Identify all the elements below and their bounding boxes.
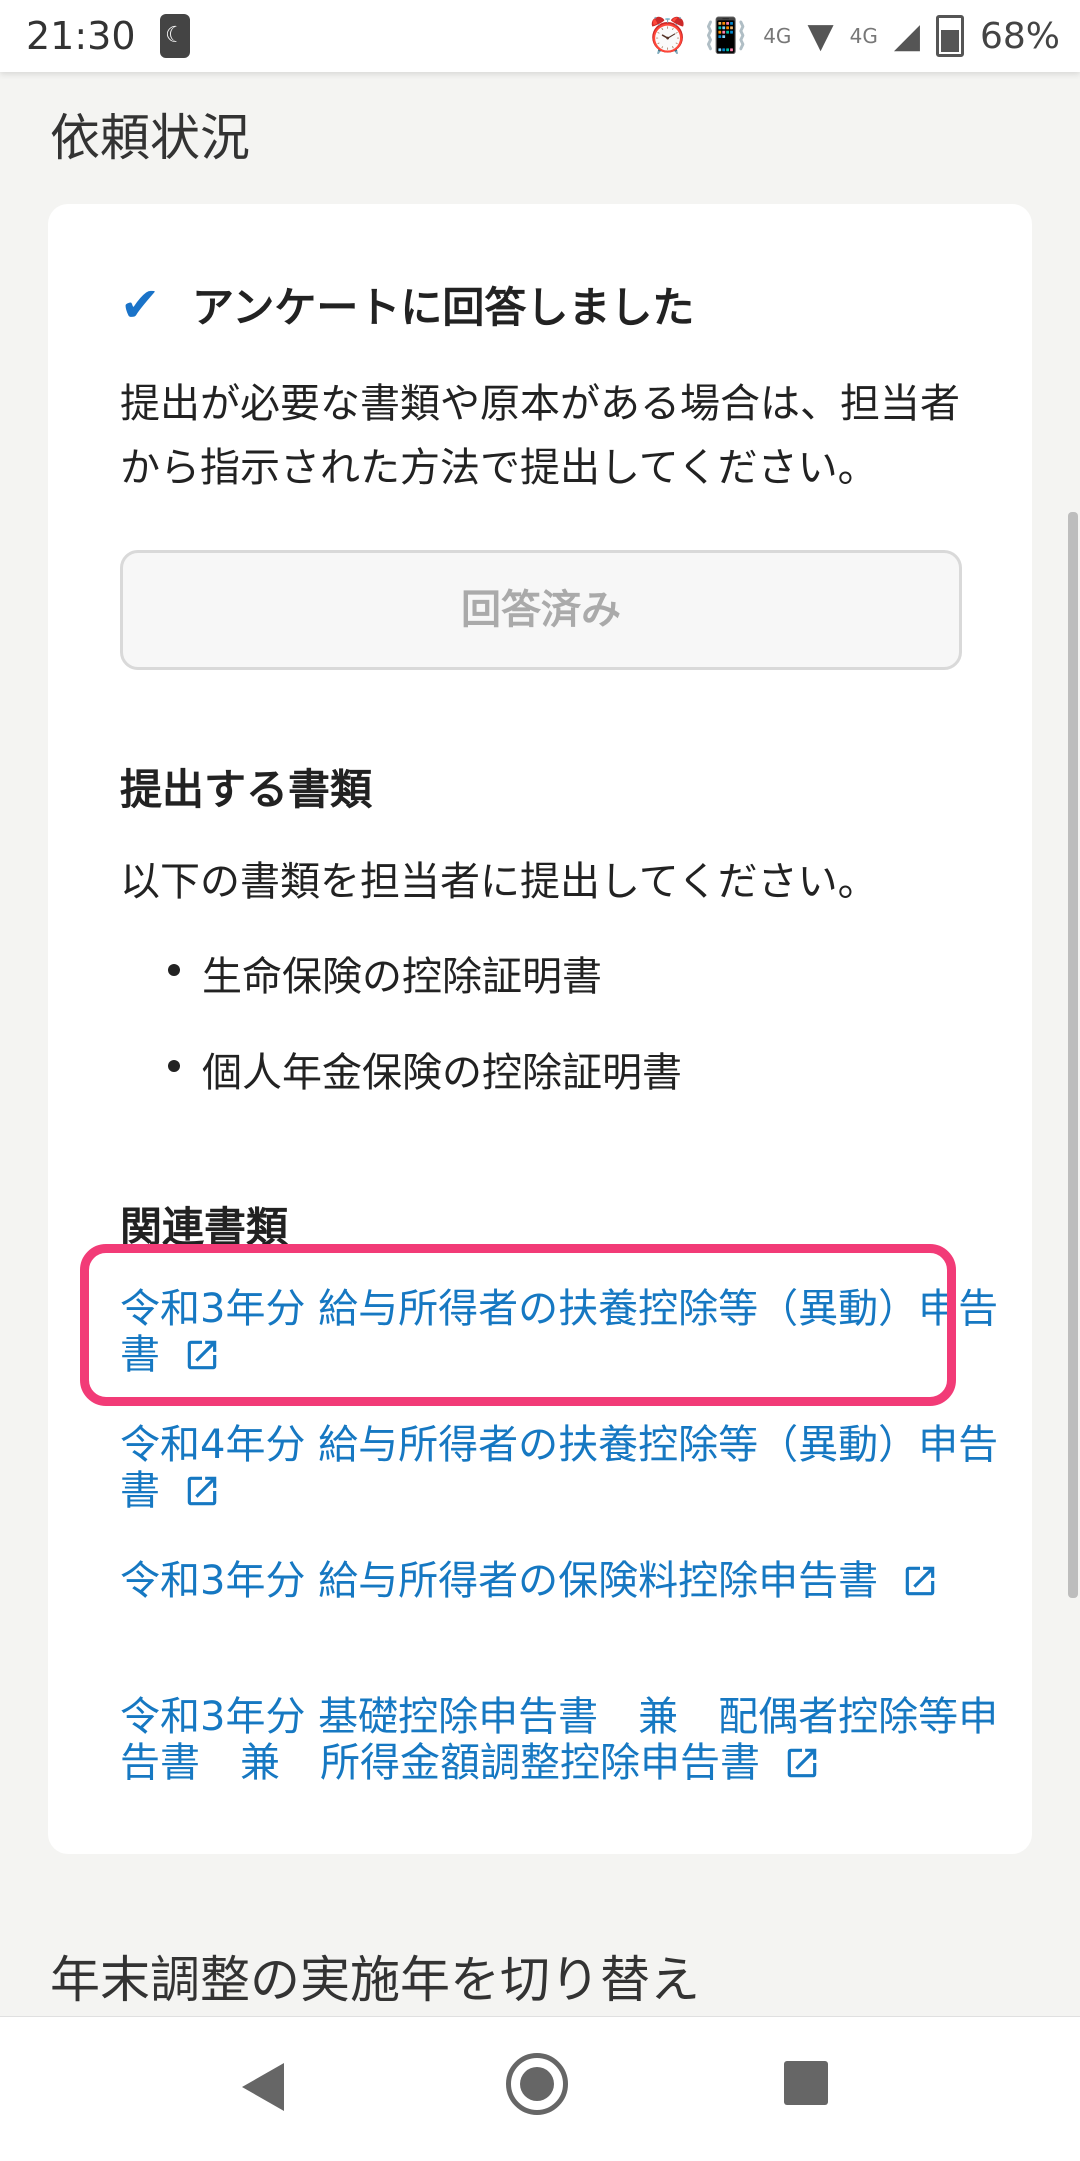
do-not-disturb-icon: ☾: [160, 14, 190, 58]
related-link-2[interactable]: 令和4年分 給与所得者の扶養控除等（異動）申告書: [120, 1422, 1000, 1514]
external-link-icon: [905, 1566, 935, 1596]
external-link-icon: [787, 1748, 816, 1778]
clock: 21:30: [26, 14, 136, 58]
alarm-icon: ⏰: [646, 16, 689, 56]
related-heading: 関連書類: [120, 1203, 289, 1252]
status-row: ✔ アンケートに回答しました: [120, 274, 694, 335]
list-item: 個人年金保険の控除証明書: [168, 1040, 682, 1098]
status-icons: ⏰ 📳 4G ▼ 4G ◢ 68%: [647, 12, 1060, 60]
link-text: 令和4年分 給与所得者の扶養控除等（異動）申告書: [120, 1422, 999, 1514]
home-icon[interactable]: [506, 2053, 568, 2115]
signal-icon: ◢: [893, 16, 920, 56]
link-text: 令和3年分 給与所得者の保険料控除申告書: [120, 1558, 879, 1604]
docs-description: 以下の書類を担当者に提出してください。: [120, 859, 878, 905]
wifi-icon: ▼: [807, 16, 834, 56]
navigation-bar: [0, 2016, 1080, 2161]
instruction-text: 提出が必要な書類や原本がある場合は、担当者から指示された方法で提出してください。: [120, 381, 960, 491]
link-text: 令和3年分 基礎控除申告書 兼 配偶者控除等申告書 兼 所得金額調整控除申告書: [120, 1694, 999, 1786]
docs-list: 生命保険の控除証明書 個人年金保険の控除証明書: [168, 944, 682, 1136]
answered-button[interactable]: 回答済み: [120, 550, 962, 670]
docs-heading: 提出する書類: [120, 765, 373, 814]
battery-icon: [935, 15, 964, 57]
network-type-secondary: 4G: [849, 24, 878, 48]
scrollbar[interactable]: [1068, 512, 1078, 1598]
related-link-4[interactable]: 令和3年分 基礎控除申告書 兼 配偶者控除等申告書 兼 所得金額調整控除申告書: [120, 1694, 1000, 1786]
list-item: 生命保険の控除証明書: [168, 944, 682, 1002]
request-status-card: ✔ アンケートに回答しました 提出が必要な書類や原本がある場合は、担当者から指示…: [48, 204, 1032, 1854]
status-text: アンケートに回答しました: [192, 283, 695, 332]
related-link-3[interactable]: 令和3年分 給与所得者の保険料控除申告書: [120, 1558, 1000, 1604]
section-title: 依頼状況: [50, 109, 250, 167]
battery-percent: 68%: [979, 15, 1060, 57]
status-bar: 21:30 ☾ ⏰ 📳 4G ▼ 4G ◢ 68%: [0, 0, 1080, 72]
external-link-icon: [187, 1476, 216, 1506]
recent-apps-icon[interactable]: [784, 2061, 828, 2105]
switch-year-title[interactable]: 年末調整の実施年を切り替え: [50, 1940, 700, 2012]
vibrate-icon: 📳: [704, 16, 748, 56]
back-icon[interactable]: [242, 2063, 284, 2111]
external-link-icon: [187, 1340, 216, 1370]
network-type: 4G: [763, 24, 792, 48]
check-icon: ✔: [120, 276, 161, 333]
related-link-1[interactable]: 令和3年分 給与所得者の扶養控除等（異動）申告書: [120, 1286, 1000, 1378]
link-text: 令和3年分 給与所得者の扶養控除等（異動）申告書: [120, 1286, 999, 1378]
